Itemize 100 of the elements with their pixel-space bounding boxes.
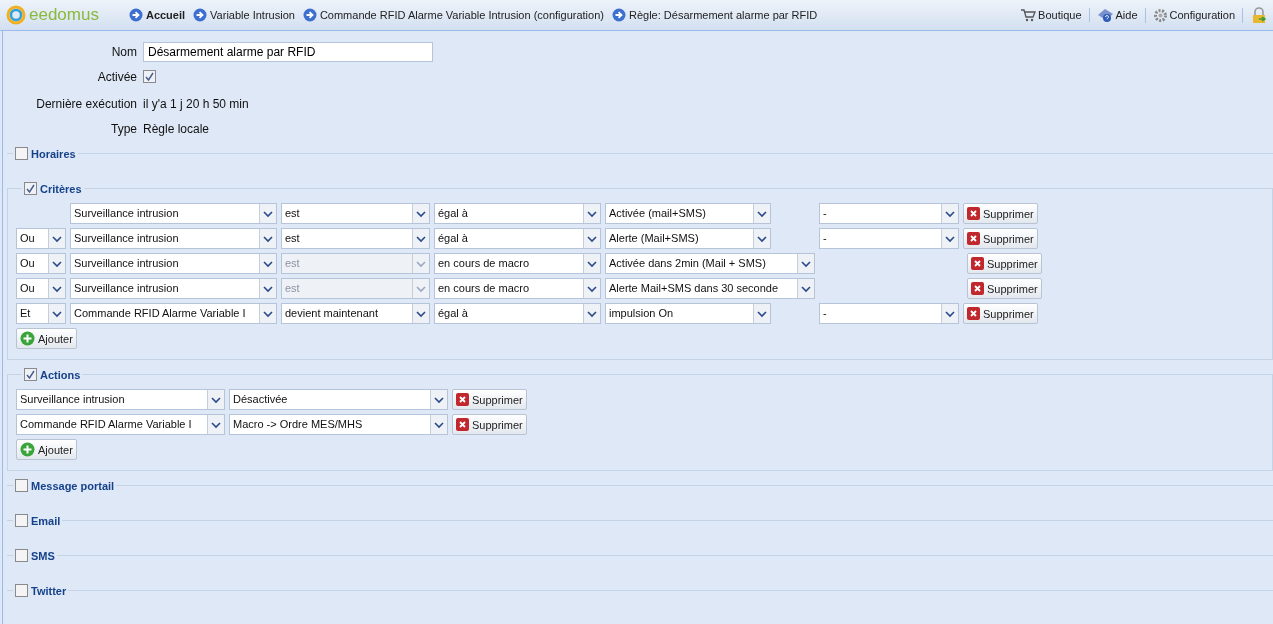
section-title: Critères — [40, 182, 82, 195]
dropdown[interactable]: Surveillance intrusion — [70, 203, 277, 224]
dropdown[interactable]: Désactivée — [229, 389, 448, 410]
close-icon — [967, 232, 980, 245]
caret-icon — [412, 229, 429, 248]
arrow-right-icon — [611, 8, 626, 22]
checkbox[interactable] — [143, 69, 156, 83]
caret-icon — [48, 279, 65, 298]
delete-button[interactable]: Supprimer — [452, 414, 527, 435]
caret-icon — [753, 204, 770, 223]
caret-icon — [412, 254, 429, 273]
add-button[interactable]: Ajouter — [16, 439, 77, 460]
dropdown[interactable]: Surveillance intrusion — [16, 389, 225, 410]
field-value: Règle locale — [143, 121, 211, 136]
arrow-right-icon — [128, 8, 143, 22]
dropdown[interactable]: devient maintenant — [281, 303, 430, 324]
caret-icon — [430, 390, 447, 409]
checkbox[interactable] — [15, 514, 28, 527]
dropdown[interactable]: Surveillance intrusion — [70, 253, 277, 274]
arrow-right-icon — [193, 8, 208, 22]
dropdown[interactable]: en cours de macro — [434, 278, 601, 299]
field-label: Dernière exécution — [35, 96, 137, 111]
add-button[interactable]: Ajouter — [16, 328, 77, 349]
caret-icon — [941, 204, 958, 223]
logo-text: eedomus — [29, 5, 99, 25]
dropdown[interactable]: en cours de macro — [434, 253, 601, 274]
caret-icon — [207, 390, 224, 409]
checkbox[interactable] — [15, 549, 28, 562]
delete-button[interactable]: Supprimer — [963, 203, 1038, 224]
checkbox[interactable] — [15, 479, 28, 492]
dropdown[interactable]: impulsion On — [605, 303, 771, 324]
dropdown[interactable]: Et — [16, 303, 66, 324]
dropdown[interactable]: Alerte (Mail+SMS) — [605, 228, 771, 249]
field-label: Nom — [110, 44, 137, 59]
delete-button[interactable]: Supprimer — [967, 278, 1042, 299]
plus-icon — [20, 442, 35, 457]
logo-icon — [6, 5, 26, 25]
dropdown[interactable]: égal à — [434, 303, 601, 324]
caret-icon — [412, 279, 429, 298]
dropdown[interactable]: - — [819, 203, 959, 224]
lock-icon[interactable] — [1251, 6, 1267, 24]
dropdown[interactable]: Ou — [16, 228, 66, 249]
dropdown[interactable]: - — [819, 303, 959, 324]
section-title: Actions — [40, 368, 81, 381]
close-icon — [971, 257, 984, 270]
breadcrumb-link[interactable]: Variable Intrusion — [193, 8, 295, 22]
input-field[interactable]: Désarmement alarme par RFID — [143, 41, 433, 62]
toolbar-link[interactable]: Aide — [1089, 7, 1146, 23]
field-value: il y'a 1 j 20 h 50 min — [143, 96, 250, 111]
close-icon — [456, 418, 469, 431]
dropdown[interactable]: est — [281, 203, 430, 224]
caret-icon — [48, 304, 65, 323]
dropdown[interactable]: Surveillance intrusion — [70, 228, 277, 249]
caret-icon — [259, 229, 276, 248]
breadcrumb-link[interactable]: Accueil — [128, 8, 186, 22]
caret-icon — [753, 304, 770, 323]
checkbox[interactable] — [15, 584, 28, 597]
caret-icon — [48, 254, 65, 273]
dropdown[interactable]: Commande RFID Alarme Variable I — [70, 303, 277, 324]
checkbox[interactable] — [15, 147, 28, 160]
caret-icon — [259, 204, 276, 223]
dropdown[interactable]: - — [819, 228, 959, 249]
dropdown[interactable]: Activée (mail+SMS) — [605, 203, 771, 224]
caret-icon — [430, 415, 447, 434]
caret-icon — [259, 304, 276, 323]
dropdown[interactable]: Commande RFID Alarme Variable I — [16, 414, 225, 435]
caret-icon — [259, 279, 276, 298]
caret-icon — [259, 254, 276, 273]
dropdown[interactable]: égal à — [434, 203, 601, 224]
dropdown[interactable]: égal à — [434, 228, 601, 249]
dropdown[interactable]: Alerte Mail+SMS dans 30 seconde — [605, 278, 815, 299]
toolbar-link[interactable]: Configuration — [1145, 7, 1243, 23]
toolbar-link[interactable]: Boutique — [1013, 8, 1090, 22]
dropdown[interactable]: est — [281, 228, 430, 249]
caret-icon — [48, 229, 65, 248]
checkbox[interactable] — [24, 368, 37, 381]
section-title: Twitter — [31, 584, 67, 597]
delete-button[interactable]: Supprimer — [452, 389, 527, 410]
caret-icon — [797, 279, 814, 298]
breadcrumb-link[interactable]: Commande RFID Alarme Variable Intrusion (configuration) — [302, 8, 604, 22]
checkbox[interactable] — [24, 182, 37, 195]
caret-icon — [583, 229, 600, 248]
section-title: SMS — [31, 549, 55, 562]
delete-button[interactable]: Supprimer — [963, 228, 1038, 249]
delete-button[interactable]: Supprimer — [963, 303, 1038, 324]
dropdown[interactable]: Ou — [16, 253, 66, 274]
delete-button[interactable]: Supprimer — [967, 253, 1042, 274]
caret-icon — [412, 304, 429, 323]
breadcrumb-link[interactable]: Règle: Désarmement alarme par RFID — [611, 8, 818, 22]
dropdown[interactable]: Macro -> Ordre MES/MHS — [229, 414, 448, 435]
gear-icon — [1152, 7, 1168, 23]
close-icon — [967, 307, 980, 320]
caret-icon — [583, 204, 600, 223]
plus-icon — [20, 331, 35, 346]
caret-icon — [753, 229, 770, 248]
dropdown[interactable]: Surveillance intrusion — [70, 278, 277, 299]
dropdown[interactable]: Activée dans 2min (Mail + SMS) — [605, 253, 815, 274]
caret-icon — [583, 254, 600, 273]
dropdown[interactable]: Ou — [16, 278, 66, 299]
close-icon — [456, 393, 469, 406]
